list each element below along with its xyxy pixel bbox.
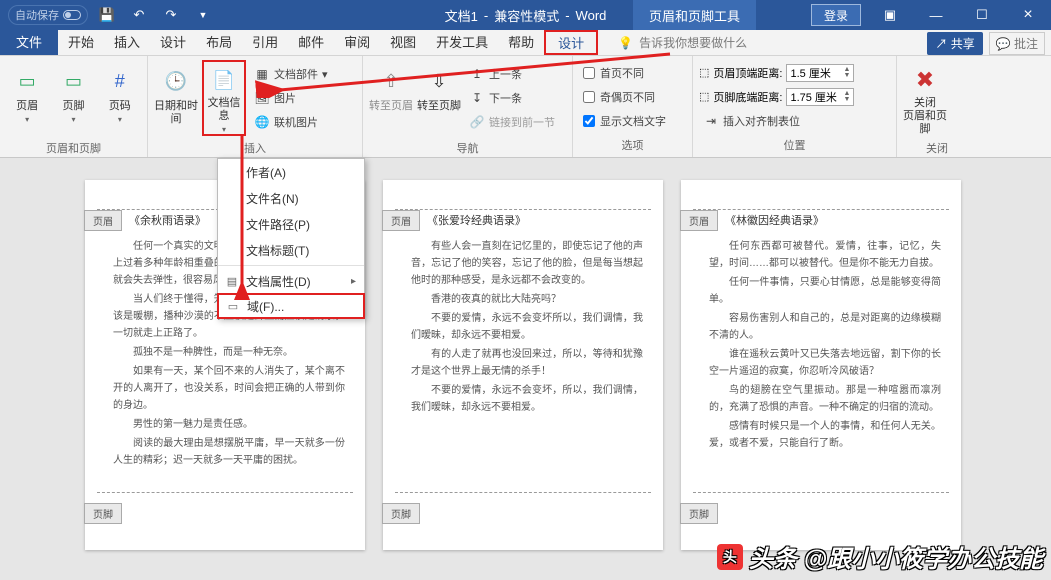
minimize-icon[interactable]: — xyxy=(913,0,959,30)
header-title-3: 《林徽因经典语录》 xyxy=(725,212,824,228)
title-bar: 自动保存 💾 ↶ ↷ ▼ 文档1 - 兼容性模式 - Word 页眉和页脚工具 … xyxy=(0,0,1051,30)
maximize-icon[interactable]: ☐ xyxy=(959,0,1005,30)
autosave-toggle[interactable]: 自动保存 xyxy=(8,5,88,25)
footer-tag[interactable]: 页脚 xyxy=(680,503,718,524)
tab-mailings[interactable]: 邮件 xyxy=(288,30,334,55)
dd-filepath[interactable]: 文件路径(P) xyxy=(218,211,364,237)
diff-first-checkbox[interactable]: 首页不同 xyxy=(583,62,666,83)
share-button[interactable]: ↗ 共享 xyxy=(927,32,982,55)
header-title-2: 《张爱玲经典语录》 xyxy=(427,212,526,228)
window-title: 文档1 - 兼容性模式 - Word xyxy=(445,0,607,30)
align-tab-button[interactable]: ⇥插入对齐制表位 xyxy=(699,110,854,131)
tab-layout[interactable]: 布局 xyxy=(196,30,242,55)
tab-home[interactable]: 开始 xyxy=(58,30,104,55)
link-previous-button[interactable]: 🔗链接到前一节 xyxy=(465,112,559,133)
footer-button[interactable]: ▭页脚▾ xyxy=(52,60,94,136)
docinfo-dropdown: 作者(A) 文件名(N) 文件路径(P) 文档标题(T) ▤文档属性(D)▸ ▭… xyxy=(217,158,365,319)
online-pictures-button[interactable]: 🌐联机图片 xyxy=(250,112,332,133)
tab-developer[interactable]: 开发工具 xyxy=(426,30,498,55)
goto-header-button[interactable]: ⇧转至页眉 xyxy=(369,60,413,136)
quickparts-button[interactable]: ▦文档部件 ▾ xyxy=(250,64,332,85)
dd-filename[interactable]: 文件名(N) xyxy=(218,185,364,211)
undo-icon[interactable]: ↶ xyxy=(126,2,152,28)
body-text-2: 有些人会一直刻在记忆里的，即使忘记了他的声音，忘记了他的笑容，忘记了他的脸，但是… xyxy=(411,238,643,418)
watermark: 头 头条 @跟小小筱学办公技能 xyxy=(717,539,1043,574)
ribbon-options-icon[interactable]: ▣ xyxy=(867,0,913,30)
group-label-hf: 页眉和页脚 xyxy=(0,140,147,160)
page-3: 页眉 《林徽因经典语录》 任何东西都可被替代。爱情，往事，记忆，失望，时间……都… xyxy=(681,180,961,550)
header-tag[interactable]: 页眉 xyxy=(382,210,420,231)
header-button[interactable]: ▭页眉▾ xyxy=(6,60,48,136)
tab-design[interactable]: 设计 xyxy=(150,30,196,55)
qa-more-icon[interactable]: ▼ xyxy=(190,2,216,28)
diff-oddeven-checkbox[interactable]: 奇偶页不同 xyxy=(583,86,666,107)
group-label-close: 关闭 xyxy=(897,140,977,160)
prev-section-button[interactable]: ↥上一条 xyxy=(465,64,559,85)
context-tab-header-footer: 页眉和页脚工具 xyxy=(633,0,756,30)
dd-author[interactable]: 作者(A) xyxy=(218,159,364,185)
next-section-button[interactable]: ↧下一条 xyxy=(465,88,559,109)
header-tag[interactable]: 页眉 xyxy=(680,210,718,231)
tab-hf-design[interactable]: 设计 xyxy=(544,30,598,55)
tab-view[interactable]: 视图 xyxy=(380,30,426,55)
tab-references[interactable]: 引用 xyxy=(242,30,288,55)
group-label-options: 选项 xyxy=(573,137,692,157)
save-icon[interactable]: 💾 xyxy=(94,2,120,28)
header-title-1: 《余秋雨语录》 xyxy=(129,212,206,228)
group-label-position: 位置 xyxy=(693,137,896,157)
body-text-3: 任何东西都可被替代。爱情，往事，记忆，失望，时间……都可以被替代。但是你不能无力… xyxy=(709,238,941,454)
pagenum-button[interactable]: #页码▾ xyxy=(99,60,141,136)
group-label-insert: 插入 xyxy=(148,140,362,160)
dd-doctitle[interactable]: 文档标题(T) xyxy=(218,237,364,263)
docinfo-button[interactable]: 📄文档信息▾ xyxy=(202,60,246,136)
show-doc-checkbox[interactable]: 显示文档文字 xyxy=(583,110,666,131)
watermark-logo-icon: 头 xyxy=(717,544,743,570)
footer-tag[interactable]: 页脚 xyxy=(84,503,122,524)
bulb-icon: 💡 xyxy=(618,36,633,50)
ribbon: ▭页眉▾ ▭页脚▾ #页码▾ 页眉和页脚 🕒日期和时间 📄文档信息▾ ▦文档部件… xyxy=(0,56,1051,158)
tab-help[interactable]: 帮助 xyxy=(498,30,544,55)
footer-tag[interactable]: 页脚 xyxy=(382,503,420,524)
tell-me[interactable]: 💡 告诉我你想要做什么 xyxy=(618,30,747,55)
header-tag[interactable]: 页眉 xyxy=(84,210,122,231)
header-distance-input[interactable]: ⬚页眉顶端距离:1.5 厘米▲▼ xyxy=(699,62,854,83)
login-button[interactable]: 登录 xyxy=(811,4,861,26)
autosave-label: 自动保存 xyxy=(15,7,59,23)
document-area[interactable]: 页眉 《余秋雨语录》 任何一个真实的文明人都会自觉不自觉地在心理上过着多种年龄相… xyxy=(0,158,1051,580)
goto-footer-button[interactable]: ⇩转至页脚 xyxy=(417,60,461,136)
menu-bar: 文件 开始 插入 设计 布局 引用 邮件 审阅 视图 开发工具 帮助 设计 💡 … xyxy=(0,30,1051,56)
pictures-button[interactable]: 🖼图片 xyxy=(250,88,332,109)
dd-field[interactable]: ▭域(F)... xyxy=(217,293,365,319)
tab-insert[interactable]: 插入 xyxy=(104,30,150,55)
comments-button[interactable]: 💬 批注 xyxy=(989,32,1045,55)
page-2: 页眉 《张爱玲经典语录》 有些人会一直刻在记忆里的，即使忘记了他的声音，忘记了他… xyxy=(383,180,663,550)
tab-file[interactable]: 文件 xyxy=(0,30,58,55)
datetime-button[interactable]: 🕒日期和时间 xyxy=(154,60,198,136)
tab-review[interactable]: 审阅 xyxy=(334,30,380,55)
dd-docprop[interactable]: ▤文档属性(D)▸ xyxy=(218,268,364,294)
redo-icon[interactable]: ↷ xyxy=(158,2,184,28)
close-hf-button[interactable]: ✖关闭页眉和页脚 xyxy=(903,60,947,136)
close-icon[interactable]: × xyxy=(1005,0,1051,30)
footer-distance-input[interactable]: ⬚页脚底端距离:1.75 厘米▲▼ xyxy=(699,86,854,107)
group-label-nav: 导航 xyxy=(363,140,572,160)
